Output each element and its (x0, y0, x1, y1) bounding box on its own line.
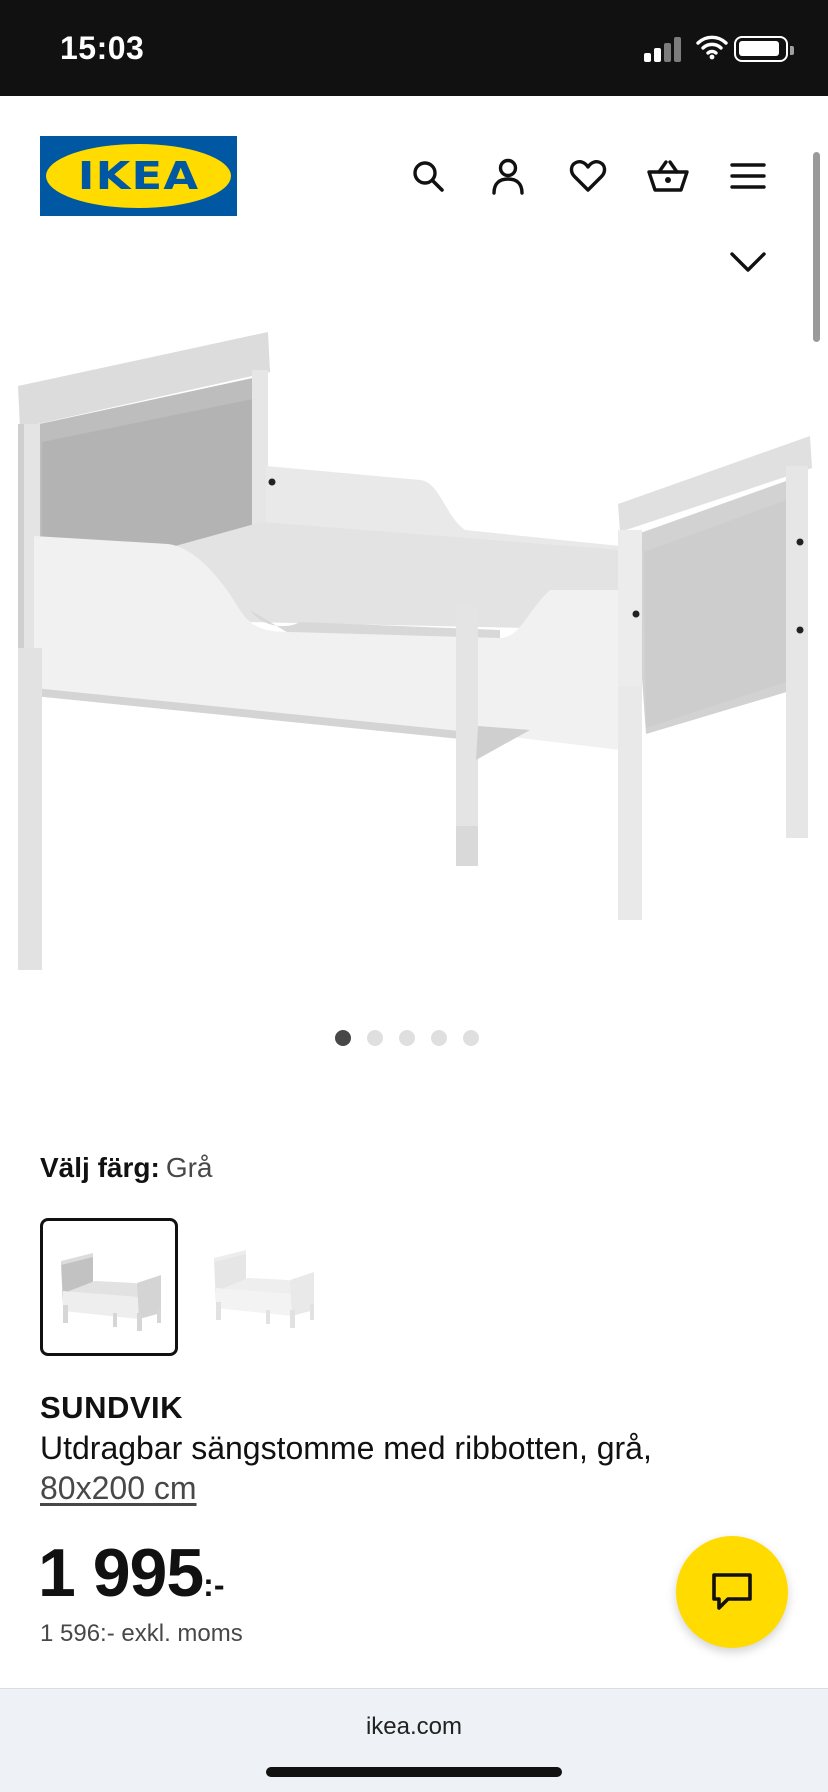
color-label-key: Välj färg: (40, 1152, 160, 1183)
logo-text: IKEA (77, 154, 200, 198)
price-excl-vat: 1 596:- exkl. moms (40, 1620, 243, 1647)
color-label: Välj färg: Grå (40, 1152, 213, 1184)
chat-button[interactable] (676, 1536, 788, 1648)
product-price: 1 995:- (38, 1534, 224, 1624)
bed-image (18, 332, 812, 970)
white-bed-thumbnail (214, 1250, 314, 1328)
price-suffix: :- (203, 1567, 225, 1603)
color-swatch-gray[interactable] (40, 1218, 178, 1356)
ikea-logo[interactable]: IKEA (40, 136, 237, 216)
product-size-link[interactable]: 80x200 cm (40, 1468, 197, 1508)
gallery-dot-4[interactable] (431, 1030, 447, 1046)
browser-url[interactable]: ikea.com (0, 1713, 828, 1741)
search-icon (413, 161, 444, 192)
gallery-dot-2[interactable] (367, 1030, 383, 1046)
color-swatch-white[interactable] (200, 1218, 338, 1356)
status-time: 15:03 (60, 30, 145, 66)
product-description: Utdragbar sängstomme med ribbotten, grå,… (40, 1428, 740, 1508)
gallery-pagination (0, 1030, 828, 1048)
menu-icon (730, 163, 766, 189)
chat-icon (712, 1573, 752, 1610)
wifi-icon (696, 35, 728, 60)
account-button[interactable] (482, 150, 534, 202)
product-gallery[interactable] (0, 230, 828, 1050)
chevron-down-icon (730, 252, 766, 272)
product-name: SUNDVIK (40, 1390, 184, 1425)
heart-icon (569, 160, 607, 192)
price-amount: 1 995 (38, 1535, 204, 1611)
color-label-value: Grå (165, 1152, 213, 1183)
gray-bed-thumbnail (61, 1253, 161, 1331)
home-indicator[interactable] (266, 1767, 562, 1777)
product-description-text: Utdragbar sängstomme med ribbotten, grå, (40, 1430, 652, 1466)
menu-button[interactable] (722, 150, 774, 202)
search-button[interactable] (402, 150, 454, 202)
browser-address-bar: ikea.com (0, 1688, 828, 1792)
status-bar: 15:03 (0, 0, 828, 96)
battery-icon (734, 36, 794, 62)
gallery-dot-1[interactable] (335, 1030, 351, 1046)
expand-chevron-button[interactable] (722, 240, 774, 284)
gallery-dot-5[interactable] (463, 1030, 479, 1046)
gallery-dot-3[interactable] (399, 1030, 415, 1046)
signal-icon (644, 36, 684, 62)
cart-icon (647, 160, 689, 192)
cart-button[interactable] (642, 150, 694, 202)
favorites-button[interactable] (562, 150, 614, 202)
account-icon (492, 158, 524, 195)
